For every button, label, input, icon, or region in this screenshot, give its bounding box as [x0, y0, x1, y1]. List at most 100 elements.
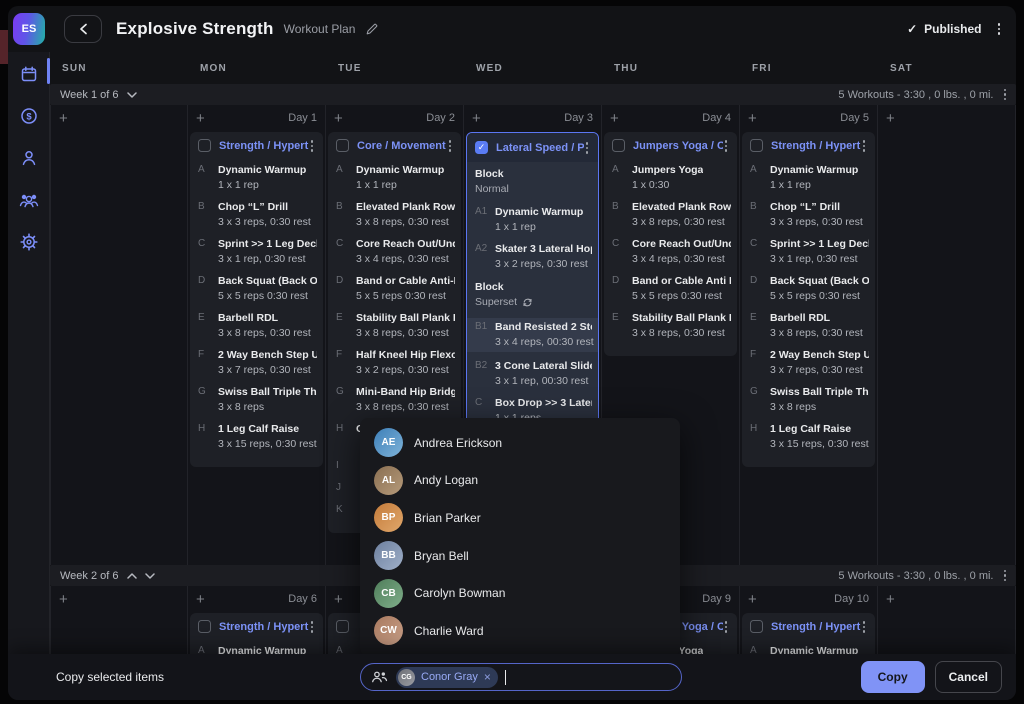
exercise-row[interactable]: F2 Way Bench Step Up3 x 7 reps, 0:30 res…: [750, 348, 869, 378]
edit-title-button[interactable]: [365, 22, 379, 36]
workout-title[interactable]: Jumpers Yoga / Core: [633, 140, 723, 152]
workout-menu-button[interactable]: [309, 138, 316, 154]
exercise-row[interactable]: BChop “L” Drill3 x 3 reps, 0:30 rest: [198, 200, 317, 230]
cancel-button[interactable]: Cancel: [935, 661, 1002, 693]
week-selector[interactable]: Week 1 of 6: [60, 89, 137, 101]
exercise-row[interactable]: DBand or Cable Anti Rotati...5 x 5 reps …: [612, 274, 731, 304]
workout-card[interactable]: Jumpers Yoga / Core AJumpers Yoga1 x 0:30…: [604, 132, 737, 356]
workout-checkbox[interactable]: [198, 620, 211, 633]
exercise-row[interactable]: GSwiss Ball Triple Threat3 x 8 reps: [750, 385, 869, 415]
workout-title[interactable]: Strength / Hypertro...: [219, 140, 309, 152]
app-logo[interactable]: ES: [8, 13, 50, 45]
workout-checkbox[interactable]: ✓: [475, 141, 488, 154]
workout-checkbox[interactable]: [336, 139, 349, 152]
exercise-row[interactable]: EBarbell RDL3 x 8 reps, 0:30 rest: [198, 311, 317, 341]
add-workout-button[interactable]: +: [886, 111, 895, 126]
workout-menu-button[interactable]: [723, 619, 730, 635]
chip-remove-icon[interactable]: ×: [484, 671, 491, 683]
workout-title[interactable]: Lateral Speed / Plyo: [496, 142, 584, 154]
exercise-row[interactable]: DBack Squat (Back Off Set)5 x 5 reps 0:3…: [198, 274, 317, 304]
workout-menu-button[interactable]: [309, 619, 316, 635]
exercise-row[interactable]: B1Band Resisted 2 Step Late...3 x 4 reps…: [467, 318, 598, 352]
exercise-row[interactable]: DBand or Cable Anti-Rotati...5 x 5 reps …: [336, 274, 455, 304]
exercise-row[interactable]: ADynamic Warmup1 x 1 rep: [750, 163, 869, 193]
week-menu-button[interactable]: [1002, 568, 1009, 584]
sidebar-item-teams[interactable]: [19, 190, 39, 210]
exercise-row[interactable]: BElevated Plank Row3 x 8 reps, 0:30 rest: [612, 200, 731, 230]
exercise-row[interactable]: BElevated Plank Row3 x 8 reps, 0:30 rest: [336, 200, 455, 230]
workout-menu-button[interactable]: [723, 138, 730, 154]
workout-checkbox[interactable]: [750, 139, 763, 152]
add-workout-button[interactable]: +: [748, 111, 757, 126]
exercise-row[interactable]: GMini-Band Hip Bridge w/ ...3 x 8 reps, …: [336, 385, 455, 415]
exercise-row[interactable]: CCore Reach Out/Under3 x 4 reps, 0:30 re…: [612, 237, 731, 267]
exercise-row[interactable]: ADynamic Warmup1 x 1 rep: [336, 163, 455, 193]
copy-button[interactable]: Copy: [861, 661, 925, 693]
add-workout-button[interactable]: +: [610, 111, 619, 126]
app-logo-badge[interactable]: ES: [13, 13, 45, 45]
exercise-row[interactable]: EBarbell RDL3 x 8 reps, 0:30 rest: [750, 311, 869, 341]
add-workout-button[interactable]: +: [472, 111, 481, 126]
add-workout-button[interactable]: +: [334, 111, 343, 126]
exercise-row[interactable]: AJumpers Yoga1 x 0:30: [612, 163, 731, 193]
published-status[interactable]: ✓ Published: [907, 22, 981, 36]
exercise-row[interactable]: BChop “L” Drill3 x 3 reps, 0:30 rest: [750, 200, 869, 230]
exercise-row[interactable]: EStability Ball Plank Linear ...3 x 8 re…: [612, 311, 731, 341]
athlete-search-input[interactable]: CG Conor Gray ×: [360, 663, 682, 691]
athlete-option[interactable]: ALAndy Logan: [360, 462, 680, 500]
workout-menu-button[interactable]: [584, 140, 591, 156]
workout-card[interactable]: Strength / Hypertro... ADynamic Warmup1 x…: [190, 613, 323, 654]
sidebar-item-athlete[interactable]: [19, 148, 39, 168]
exercise-row[interactable]: CSprint >> 1 Leg Declarations3 x 1 rep, …: [750, 237, 869, 267]
workout-card[interactable]: Strength / Hypertro... ADynamic Warmup1 x…: [742, 132, 875, 467]
exercise-row[interactable]: FHalf Kneel Hip Flexor Rais...3 x 2 reps…: [336, 348, 455, 378]
week-menu-button[interactable]: [1002, 87, 1009, 103]
exercise-row[interactable]: EStability Ball Plank Linear ...3 x 8 re…: [336, 311, 455, 341]
add-workout-button[interactable]: +: [748, 592, 757, 607]
sidebar-item-billing[interactable]: $: [19, 106, 39, 126]
add-workout-button[interactable]: +: [886, 592, 895, 607]
workout-menu-button[interactable]: [861, 138, 868, 154]
sidebar-item-settings[interactable]: [19, 232, 39, 252]
add-workout-button[interactable]: +: [196, 111, 205, 126]
exercise-row[interactable]: CSprint >> 1 Leg Declarations3 x 1 rep, …: [198, 237, 317, 267]
workout-menu-button[interactable]: [447, 138, 454, 154]
exercise-row[interactable]: ADynamic Warmup1 x 1 rep: [198, 644, 317, 655]
exercise-row[interactable]: H1 Leg Calf Raise3 x 15 reps, 0:30 rest: [750, 422, 869, 452]
exercise-row[interactable]: A2Skater 3 Lateral Hops >> ...3 x 2 reps…: [475, 242, 592, 272]
add-workout-button[interactable]: +: [196, 592, 205, 607]
workout-title[interactable]: Strength / Hypertro...: [219, 621, 309, 633]
selected-athlete-chip[interactable]: CG Conor Gray ×: [396, 667, 498, 688]
workout-card[interactable]: Strength / Hypertro... ADynamic Warmup1 x…: [742, 613, 875, 654]
workout-title[interactable]: Strength / Hypertro...: [771, 140, 861, 152]
workout-checkbox[interactable]: [336, 620, 349, 633]
add-workout-button[interactable]: +: [59, 592, 68, 607]
athlete-option[interactable]: CBCarolyn Bowman: [360, 574, 680, 612]
workout-title[interactable]: Strength / Hypertro...: [771, 621, 861, 633]
workout-checkbox[interactable]: [198, 139, 211, 152]
exercise-row[interactable]: A1Dynamic Warmup1 x 1 rep: [475, 205, 592, 235]
sidebar-item-calendar[interactable]: [19, 64, 39, 84]
exercise-row[interactable]: GSwiss Ball Triple Threat3 x 8 reps: [198, 385, 317, 415]
header-menu-button[interactable]: [996, 21, 1003, 37]
back-button[interactable]: [64, 15, 102, 43]
athlete-option[interactable]: BPBrian Parker: [360, 499, 680, 537]
exercise-row[interactable]: DBack Squat (Back Off Set)5 x 5 reps 0:3…: [750, 274, 869, 304]
athlete-option[interactable]: BBBryan Bell: [360, 537, 680, 575]
workout-checkbox[interactable]: [750, 620, 763, 633]
workout-card[interactable]: Strength / Hypertro... ADynamic Warmup1 x…: [190, 132, 323, 467]
exercise-row[interactable]: ADynamic Warmup1 x 1 rep: [198, 163, 317, 193]
workout-menu-button[interactable]: [861, 619, 868, 635]
athlete-option[interactable]: AEAndrea Erickson: [360, 424, 680, 462]
workout-title[interactable]: Core / Movement Q...: [357, 140, 447, 152]
exercise-row[interactable]: ADynamic Warmup1 x 1 rep: [750, 644, 869, 655]
exercise-row[interactable]: F2 Way Bench Step Up3 x 7 reps, 0:30 res…: [198, 348, 317, 378]
athlete-option[interactable]: CWCharlie Ward: [360, 612, 680, 650]
add-workout-button[interactable]: +: [334, 592, 343, 607]
workout-checkbox[interactable]: [612, 139, 625, 152]
add-workout-button[interactable]: +: [59, 111, 68, 126]
exercise-row[interactable]: CCore Reach Out/Under3 x 4 reps, 0:30 re…: [336, 237, 455, 267]
week-selector[interactable]: Week 2 of 6: [60, 570, 155, 582]
exercise-row[interactable]: H1 Leg Calf Raise3 x 15 reps, 0:30 rest: [198, 422, 317, 452]
exercise-row[interactable]: B23 Cone Lateral Slide3 x 1 rep, 00:30 r…: [475, 359, 592, 389]
